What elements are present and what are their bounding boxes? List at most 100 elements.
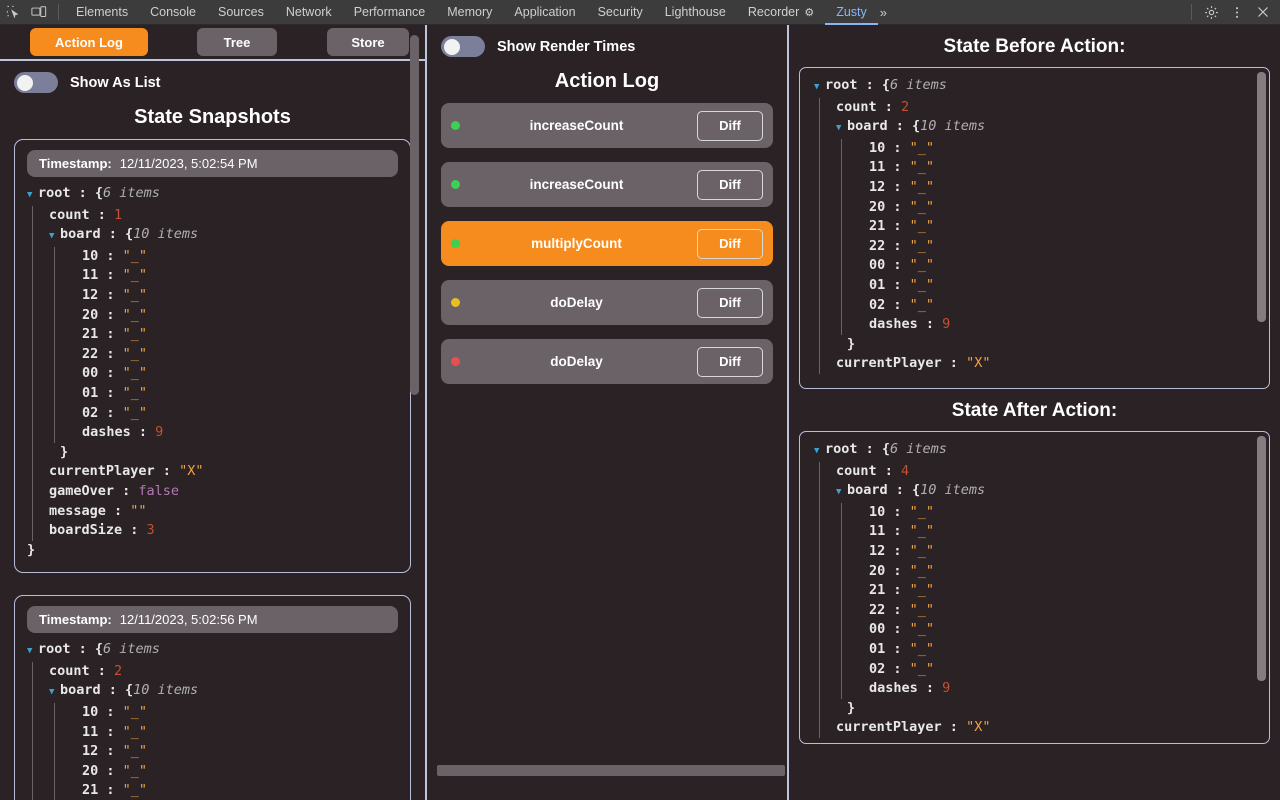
gear-icon[interactable] bbox=[1198, 1, 1224, 23]
action-name: doDelay bbox=[456, 295, 697, 310]
chevron-down-icon[interactable]: ▼ bbox=[836, 119, 847, 139]
tab-tree[interactable]: Tree bbox=[197, 28, 277, 56]
node-value: "X" bbox=[966, 718, 990, 738]
device-toolbar-icon[interactable] bbox=[26, 1, 52, 23]
state-after-scrollbar-thumb[interactable] bbox=[1257, 436, 1266, 681]
toolbar-right-actions bbox=[1185, 1, 1280, 23]
node-value: "_" bbox=[123, 384, 147, 404]
chevron-down-icon[interactable]: ▼ bbox=[814, 442, 825, 462]
snapshots-scroll-area[interactable]: Show As List State Snapshots Timestamp:1… bbox=[0, 61, 425, 800]
inspect-element-icon[interactable] bbox=[0, 1, 26, 23]
node-value: "_" bbox=[123, 364, 147, 384]
tab-sources[interactable]: Sources bbox=[207, 0, 275, 25]
node-value: "_" bbox=[910, 522, 934, 542]
tree-node-root[interactable]: ▼root : { 6 items bbox=[27, 640, 398, 662]
tree-node-root[interactable]: ▼root : { 6 items bbox=[814, 440, 1259, 462]
node-value: "_" bbox=[123, 286, 147, 306]
node-key: currentPlayer bbox=[836, 718, 942, 738]
tree-node-board[interactable]: ▼board : { 10 items bbox=[814, 481, 1259, 503]
tab-memory[interactable]: Memory bbox=[436, 0, 503, 25]
left-scrollbar-thumb[interactable] bbox=[410, 35, 419, 395]
node-key: gameOver bbox=[49, 482, 114, 502]
diff-button[interactable]: Diff bbox=[697, 111, 763, 141]
chevron-down-icon[interactable]: ▼ bbox=[814, 78, 825, 98]
tree-node-entry: 21 : "_" bbox=[27, 325, 398, 345]
chevron-down-icon[interactable]: ▼ bbox=[27, 186, 38, 206]
action-name: increaseCount bbox=[456, 118, 697, 133]
kebab-menu-icon[interactable] bbox=[1224, 1, 1250, 23]
tab-recorder[interactable]: Recorder ⚙ bbox=[737, 0, 825, 25]
state-before-box[interactable]: ▼root : { 6 items count : 2 ▼board : { 1… bbox=[799, 67, 1270, 389]
state-after-box[interactable]: ▼root : { 6 items count : 4 ▼board : { 1… bbox=[799, 431, 1270, 744]
diff-button[interactable]: Diff bbox=[697, 229, 763, 259]
node-value: "_" bbox=[123, 266, 147, 286]
snapshot-card[interactable]: Timestamp:12/11/2023, 5:02:54 PM ▼root :… bbox=[14, 139, 411, 573]
node-value: "X" bbox=[966, 354, 990, 374]
node-key: count bbox=[49, 206, 90, 226]
tree-node-board[interactable]: ▼board : { 10 items bbox=[27, 681, 398, 703]
tree-node-tail: boardSize : 3 bbox=[27, 521, 398, 541]
tree-node-entry: 20 : "_" bbox=[27, 762, 398, 782]
node-key: 10 bbox=[869, 503, 885, 523]
tab-console[interactable]: Console bbox=[139, 0, 207, 25]
node-value: "" bbox=[130, 502, 146, 522]
timestamp-label: Timestamp: bbox=[39, 612, 112, 627]
tab-label: Application bbox=[514, 5, 575, 19]
tree-node-entry: 12 : "_" bbox=[27, 742, 398, 762]
tree-node-dashes: dashes : 9 bbox=[814, 679, 1259, 699]
show-as-list-label: Show As List bbox=[70, 75, 161, 91]
zusty-panel: Action Log Tree Store Show As List State… bbox=[0, 25, 1280, 800]
tab-application[interactable]: Application bbox=[503, 0, 586, 25]
diff-button[interactable]: Diff bbox=[697, 347, 763, 377]
action-log-item-selected[interactable]: multiplyCount Diff bbox=[441, 221, 773, 266]
node-value: "_" bbox=[123, 762, 147, 782]
action-log-item[interactable]: doDelay Diff bbox=[441, 280, 773, 325]
tab-performance[interactable]: Performance bbox=[343, 0, 437, 25]
action-log-item[interactable]: doDelay Diff bbox=[441, 339, 773, 384]
tree-node-root[interactable]: ▼root : { 6 items bbox=[814, 76, 1259, 98]
chevron-down-icon[interactable]: ▼ bbox=[836, 483, 847, 503]
node-count: 6 items bbox=[890, 440, 947, 460]
state-before-scrollbar-thumb[interactable] bbox=[1257, 72, 1266, 322]
chevron-down-icon[interactable]: ▼ bbox=[49, 683, 60, 703]
tree-node-entry: 11 : "_" bbox=[27, 266, 398, 286]
chevron-down-icon[interactable]: ▼ bbox=[49, 227, 60, 247]
node-value: 9 bbox=[942, 315, 950, 335]
node-value: "_" bbox=[910, 139, 934, 159]
tree-node-board[interactable]: ▼board : { 10 items bbox=[814, 117, 1259, 139]
tree-node-entry: 01 : "_" bbox=[814, 276, 1259, 296]
action-log-item[interactable]: increaseCount Diff bbox=[441, 162, 773, 207]
snapshot-timestamp: Timestamp:12/11/2023, 5:02:54 PM bbox=[27, 150, 398, 177]
tab-network[interactable]: Network bbox=[275, 0, 343, 25]
tab-store[interactable]: Store bbox=[327, 28, 409, 56]
tab-lighthouse[interactable]: Lighthouse bbox=[654, 0, 737, 25]
tree-node-root[interactable]: ▼root : { 6 items bbox=[27, 184, 398, 206]
snapshot-card[interactable]: Timestamp:12/11/2023, 5:02:56 PM ▼root :… bbox=[14, 595, 411, 800]
tab-label: Network bbox=[286, 5, 332, 19]
node-count: 6 items bbox=[103, 640, 160, 660]
node-value: 2 bbox=[114, 662, 122, 682]
left-scrollbar-track[interactable] bbox=[413, 25, 422, 800]
tab-label: Memory bbox=[447, 5, 492, 19]
tab-elements[interactable]: Elements bbox=[65, 0, 139, 25]
node-key: 22 bbox=[869, 237, 885, 257]
more-tabs-button[interactable]: » bbox=[878, 0, 895, 25]
show-as-list-toggle[interactable] bbox=[14, 72, 58, 93]
tree-node-tail: gameOver : false bbox=[27, 482, 398, 502]
tab-action-log[interactable]: Action Log bbox=[30, 28, 148, 56]
node-key: 12 bbox=[82, 742, 98, 762]
close-icon[interactable] bbox=[1250, 1, 1276, 23]
tree-node-board[interactable]: ▼board : { 10 items bbox=[27, 225, 398, 247]
tree-node-entry: 22 : "_" bbox=[27, 345, 398, 365]
show-render-times-toggle[interactable] bbox=[441, 36, 485, 57]
chevron-down-icon[interactable]: ▼ bbox=[27, 642, 38, 662]
node-value: "_" bbox=[910, 660, 934, 680]
tab-zusty[interactable]: Zusty bbox=[825, 0, 878, 25]
tree-node-entry: 12 : "_" bbox=[814, 178, 1259, 198]
tab-security[interactable]: Security bbox=[587, 0, 654, 25]
action-log-item[interactable]: increaseCount Diff bbox=[441, 103, 773, 148]
node-key: 01 bbox=[869, 276, 885, 296]
diff-button[interactable]: Diff bbox=[697, 288, 763, 318]
action-log-horizontal-scrollbar[interactable] bbox=[437, 765, 785, 776]
diff-button[interactable]: Diff bbox=[697, 170, 763, 200]
